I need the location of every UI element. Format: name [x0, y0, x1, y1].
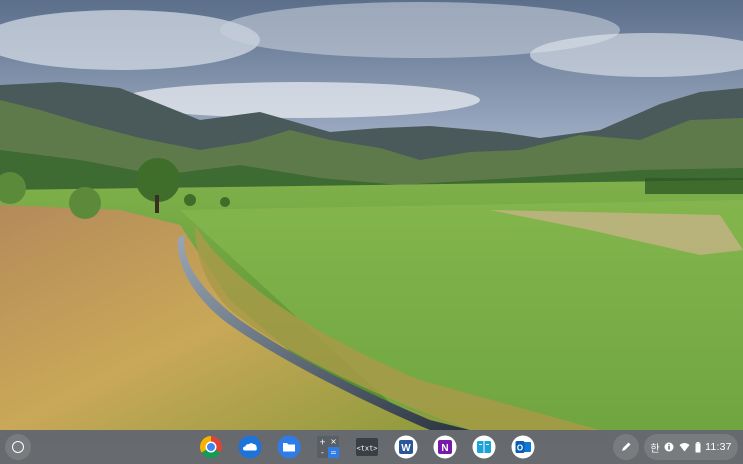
info-icon	[664, 442, 674, 452]
svg-text:=: =	[330, 448, 337, 457]
svg-text:+: +	[319, 438, 326, 447]
cloud-icon	[238, 435, 262, 459]
folder-icon	[277, 435, 301, 459]
clock-time: 11:37	[705, 441, 732, 453]
word-label: W	[401, 443, 411, 454]
app-reader[interactable]	[471, 434, 497, 460]
launcher-button[interactable]	[5, 434, 31, 460]
desktop-wallpaper	[0, 0, 743, 464]
status-tray[interactable]: 한 11:37	[644, 434, 738, 460]
app-calculator[interactable]: + × - =	[315, 434, 341, 460]
stylus-pen-icon	[622, 442, 631, 451]
book-reader-icon	[472, 435, 496, 459]
app-cloud[interactable]	[237, 434, 263, 460]
chrome-icon	[200, 436, 222, 458]
app-outlook[interactable]: O	[510, 434, 536, 460]
calculator-icon: + × - =	[317, 436, 339, 458]
svg-text:-: -	[321, 448, 324, 457]
app-chrome[interactable]	[198, 434, 224, 460]
ime-indicator: 한	[650, 443, 660, 455]
onenote-icon: N	[433, 435, 457, 459]
app-onenote[interactable]: N	[432, 434, 458, 460]
svg-text:×: ×	[330, 437, 337, 446]
pinned-apps: + × - = <txt> W N O	[198, 434, 536, 460]
app-text[interactable]: <txt>	[354, 434, 380, 460]
battery-icon	[695, 441, 700, 452]
stylus-tools-button[interactable]	[613, 434, 639, 460]
outlook-icon: O	[511, 435, 535, 459]
word-icon: W	[394, 435, 418, 459]
app-files[interactable]	[276, 434, 302, 460]
wifi-icon	[679, 443, 690, 452]
launcher-circle-icon	[12, 441, 24, 453]
text-editor-icon: <txt>	[356, 438, 378, 456]
text-editor-label: <txt>	[356, 445, 377, 453]
app-word[interactable]: W	[393, 434, 419, 460]
onenote-label: N	[441, 443, 448, 454]
shelf: + × - = <txt> W N O 한 11:37	[0, 430, 743, 464]
outlook-label: O	[517, 444, 523, 453]
